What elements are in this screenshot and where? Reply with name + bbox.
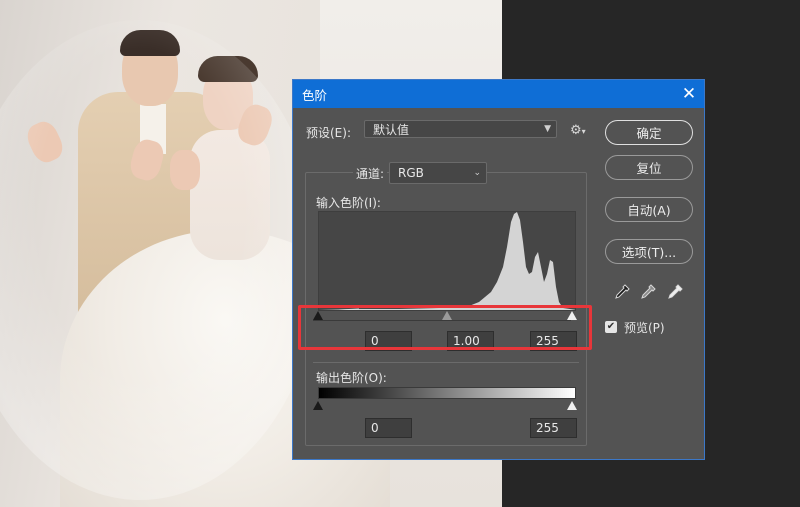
chevron-down-icon: ▼ [544, 124, 551, 134]
preset-label: 预设(E): [306, 126, 351, 140]
levels-dialog: 色阶 ✕ 预设(E): 默认值 ▼ ⚙▾ 通道: RGB ⌄ 输入色阶(I): … [292, 79, 705, 460]
white-eyedropper-icon[interactable] [667, 284, 683, 300]
black-eyedropper-icon[interactable] [614, 284, 630, 300]
separator [313, 362, 579, 363]
output-black-slider[interactable] [313, 401, 323, 410]
preview-checkbox[interactable]: ✔ [605, 321, 617, 333]
histogram-graph [319, 212, 575, 310]
check-icon: ✔ [606, 321, 616, 332]
output-black-field[interactable]: 0 [365, 418, 412, 438]
output-white-field[interactable]: 255 [530, 418, 577, 438]
preset-value: 默认值 [373, 122, 410, 137]
dialog-title: 色阶 [302, 87, 328, 103]
histogram [318, 211, 576, 311]
input-levels-label: 输入色阶(I): [316, 196, 381, 210]
channel-select[interactable]: RGB ⌄ [389, 162, 487, 184]
output-gradient-bar [318, 387, 576, 399]
gear-icon[interactable]: ⚙▾ [570, 123, 586, 138]
channel-value: RGB [398, 166, 424, 180]
ok-button[interactable]: 确定 [605, 120, 693, 145]
dialog-titlebar[interactable]: 色阶 ✕ [293, 80, 704, 108]
reset-button[interactable]: 复位 [605, 155, 693, 180]
auto-button[interactable]: 自动(A) [605, 197, 693, 222]
highlight-box [298, 305, 592, 350]
close-icon[interactable]: ✕ [674, 80, 704, 108]
gray-eyedropper-icon[interactable] [640, 284, 656, 300]
output-white-slider[interactable] [567, 401, 577, 410]
chevron-down-icon: ⌄ [473, 168, 481, 178]
channel-label: 通道: [353, 165, 388, 182]
options-button[interactable]: 选项(T)... [605, 239, 693, 264]
output-levels-label: 输出色阶(O): [316, 371, 387, 385]
preset-select[interactable]: 默认值 ▼ [364, 120, 557, 138]
preview-label: 预览(P) [624, 321, 665, 335]
